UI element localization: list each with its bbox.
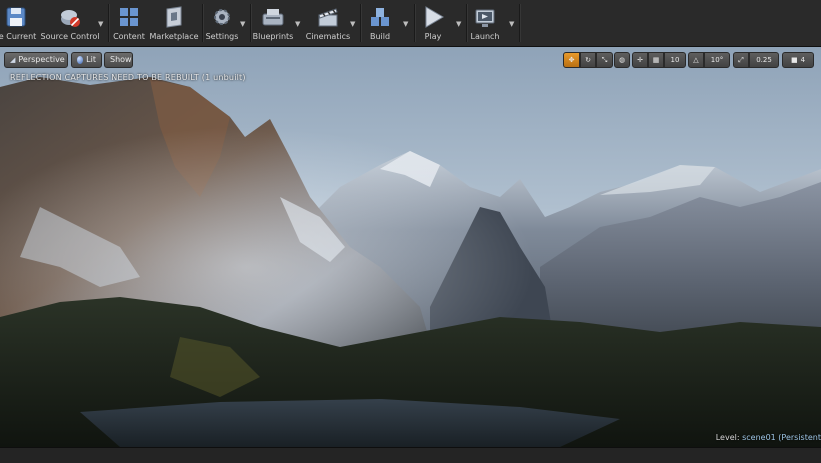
build-label: Build [369, 32, 391, 41]
rotate-mode-button[interactable]: ↻ [580, 52, 596, 68]
play-icon [425, 6, 444, 28]
play-button[interactable]: Play [418, 3, 448, 43]
move-arrows-icon: ✥ [568, 56, 575, 64]
bottom-panel-bar [0, 447, 821, 463]
toolbar-separator [414, 4, 416, 42]
scale-snap-value-button[interactable]: 0.25 [749, 52, 779, 68]
cinematics-dropdown-arrow-icon[interactable]: ▼ [350, 20, 358, 28]
cinematics-label: Cinematics [305, 32, 351, 41]
level-indicator: Level: scene01 (Persistent [716, 433, 821, 442]
reflection-capture-warning: REFLECTION CAPTURES NEED TO BE REBUILT (… [10, 73, 246, 82]
marketplace-button[interactable]: Marketplace [149, 3, 199, 43]
grid-snap-value-button[interactable]: 10 [664, 52, 686, 68]
save-current-button[interactable]: re Current [0, 3, 36, 43]
content-label: Content [113, 32, 145, 41]
angle-icon: △ [693, 56, 699, 64]
launch-icon [475, 9, 495, 27]
coordinate-system-button[interactable]: ◍ [614, 52, 630, 68]
play-dropdown-arrow-icon[interactable]: ▼ [456, 20, 464, 28]
show-flags-button[interactable]: Show [104, 52, 133, 68]
perspective-label: Perspective [18, 55, 65, 64]
source-control-label: Source Control [40, 32, 100, 41]
main-toolbar: re Current Source Control ▼ Content Mark… [0, 0, 821, 47]
globe-icon: ◍ [618, 56, 626, 64]
level-name: scene01 (Persistent [742, 433, 821, 442]
mountain-landscape-render [0, 47, 821, 447]
settings-dropdown-arrow-icon[interactable]: ▼ [240, 20, 248, 28]
launch-label: Launch [470, 32, 500, 41]
settings-icon [214, 9, 230, 25]
perspective-view-button[interactable]: ◢ Perspective [4, 52, 68, 68]
source-control-dropdown-arrow-icon[interactable]: ▼ [98, 20, 106, 28]
blueprints-icon [262, 9, 284, 26]
show-label: Show [110, 55, 132, 64]
marketplace-label: Marketplace [149, 32, 199, 41]
surface-snapping-button[interactable]: ✛ [632, 52, 648, 68]
save-current-label: re Current [0, 32, 37, 41]
launch-button[interactable]: Launch [468, 3, 502, 43]
camera-speed-button[interactable]: ■ 4 [782, 52, 814, 68]
build-button[interactable]: Build [364, 3, 396, 43]
grid-icon: ▦ [652, 56, 660, 64]
grid-snap-toggle-button[interactable]: ▦ [648, 52, 664, 68]
blueprints-dropdown-arrow-icon[interactable]: ▼ [295, 20, 303, 28]
translate-mode-button[interactable]: ✥ [563, 52, 580, 68]
scale-snap-icon: ⤢ [738, 55, 744, 64]
rotation-snap-value: 10° [710, 56, 724, 64]
marketplace-icon [166, 6, 182, 28]
camera-icon: ■ [790, 56, 798, 64]
chevron-down-icon: ◢ [10, 56, 16, 64]
blueprints-label: Blueprints [252, 32, 294, 41]
scale-icon: ⤡ [601, 55, 608, 64]
cinematics-icon [318, 8, 338, 27]
save-icon [6, 7, 26, 27]
launch-dropdown-arrow-icon[interactable]: ▼ [509, 20, 517, 28]
build-icon [371, 8, 389, 26]
rotate-icon: ↻ [585, 56, 591, 64]
rotation-snap-toggle-button[interactable]: △ [688, 52, 704, 68]
blueprints-button[interactable]: Blueprints [252, 3, 294, 43]
lit-label: Lit [86, 55, 96, 64]
level-viewport[interactable]: ◢ Perspective Lit Show REFLECTION CAPTUR… [0, 47, 821, 447]
camera-speed-value: 4 [800, 56, 806, 64]
content-icon [120, 8, 138, 26]
surface-snap-icon: ✛ [637, 56, 643, 64]
scale-mode-button[interactable]: ⤡ [596, 52, 613, 68]
settings-button[interactable]: Settings [204, 3, 240, 43]
lit-mode-button[interactable]: Lit [71, 52, 102, 68]
rotation-snap-value-button[interactable]: 10° [704, 52, 730, 68]
source-control-icon [61, 10, 80, 27]
scale-snap-toggle-button[interactable]: ⤢ [733, 52, 749, 68]
lit-sphere-icon [77, 56, 84, 64]
build-dropdown-arrow-icon[interactable]: ▼ [403, 20, 411, 28]
content-button[interactable]: Content [112, 3, 146, 43]
toolbar-separator [519, 4, 521, 42]
level-prefix: Level: [715, 433, 740, 442]
scale-snap-value: 0.25 [756, 56, 772, 64]
grid-snap-value: 10 [670, 56, 680, 64]
settings-label: Settings [205, 32, 239, 41]
cinematics-button[interactable]: Cinematics [306, 3, 350, 43]
toolbar-separator [108, 4, 110, 42]
source-control-button[interactable]: Source Control [40, 3, 100, 43]
play-label: Play [424, 32, 442, 41]
toolbar-separator [360, 4, 362, 42]
